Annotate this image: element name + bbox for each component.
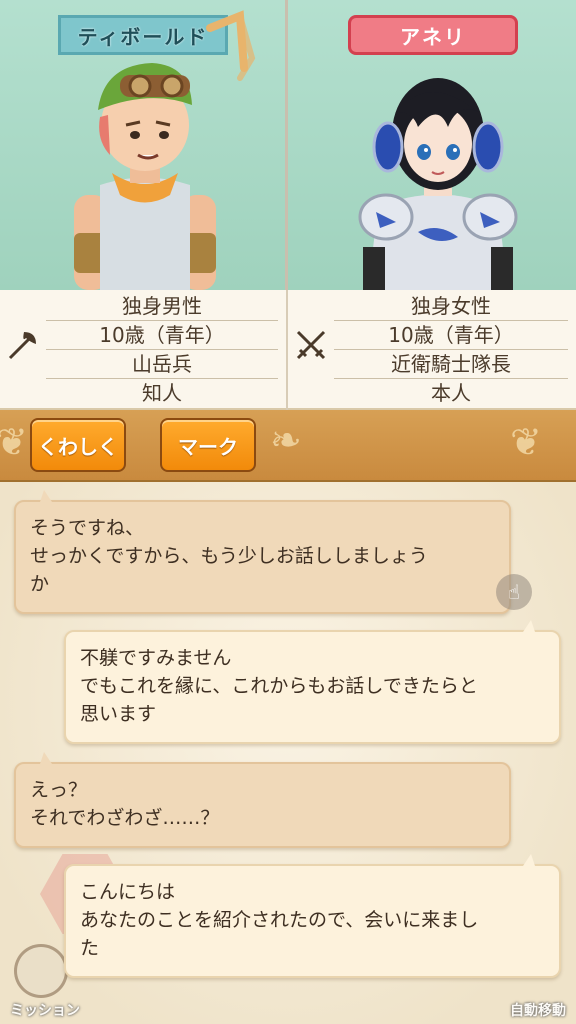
mission-label[interactable]: ミッション — [10, 1000, 80, 1020]
chat-message-other: そうですね、 せっかくですから、もう少しお話ししましょう か — [14, 490, 511, 614]
portrait-right: アネリ — [288, 0, 576, 290]
character-info-table: 独身男性 10歳（青年） 山岳兵 知人 独身女性 10歳（青年） 近衛騎士隊長 … — [0, 290, 576, 410]
info-column-right: 独身女性 10歳（青年） 近衛騎士隊長 本人 — [288, 290, 576, 410]
ornament-icon: ❦ — [0, 420, 28, 464]
info-relation: 知人 — [142, 381, 182, 405]
chat-message-self: こんにちは あなたのことを紹介されたので、会いに来まし た — [64, 854, 561, 978]
info-age: 10歳（青年） — [334, 321, 568, 350]
crossed-swords-icon — [294, 328, 328, 362]
info-job: 近衛騎士隊長 — [334, 350, 568, 379]
character-left-figure — [74, 63, 216, 290]
info-relation: 本人 — [431, 381, 471, 405]
info-job: 山岳兵 — [46, 350, 278, 379]
mark-button[interactable]: マーク — [160, 418, 256, 472]
info-age: 10歳（青年） — [46, 321, 278, 350]
auto-move-label[interactable]: 自動移動 — [510, 1000, 566, 1020]
info-column-left: 独身男性 10歳（青年） 山岳兵 知人 — [0, 290, 288, 410]
character-right-figure — [358, 78, 518, 290]
details-button[interactable]: くわしく — [30, 418, 126, 472]
axe-icon — [6, 328, 40, 362]
tap-hint-icon: ☝ — [496, 574, 532, 610]
info-marital-status: 独身男性 — [46, 292, 278, 321]
mission-emblem-icon — [14, 944, 68, 998]
ornament-icon: ❦ — [510, 420, 542, 464]
character-name-right: アネリ — [348, 15, 518, 55]
chat-message-self: 不躾ですみません でもこれを縁に、これからもお話しできたらと 思います — [64, 620, 561, 744]
info-marital-status: 独身女性 — [334, 292, 568, 321]
ornament-icon: ❧ — [270, 418, 302, 462]
action-bar: ❦ ❧ ❦ くわしく マーク — [0, 410, 576, 482]
portrait-area: ティボールド アネリ — [0, 0, 576, 290]
chat-log[interactable]: そうですね、 せっかくですから、もう少しお話ししましょう か ☝ 不躾ですみませ… — [0, 482, 576, 1024]
chat-message-other: えっ？ それでわざわざ……？ — [14, 752, 511, 848]
portrait-left: ティボールド — [0, 0, 288, 290]
